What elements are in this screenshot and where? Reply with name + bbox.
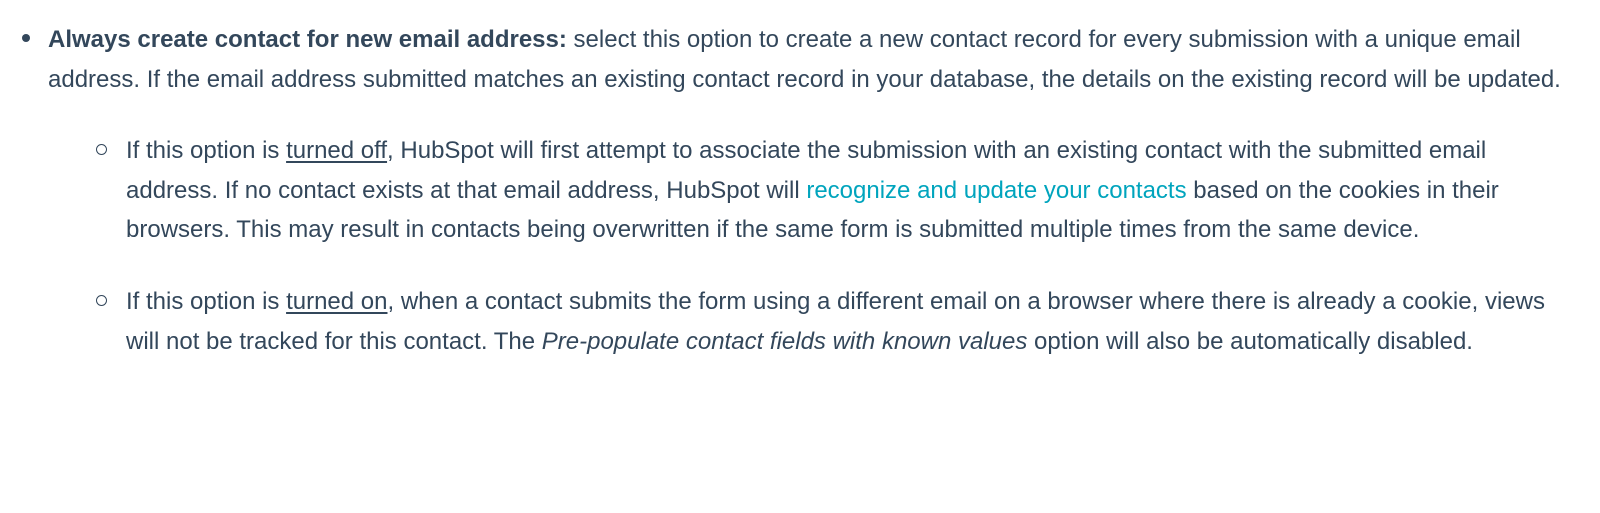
text-segment: option will also be automatically disabl… bbox=[1027, 328, 1473, 355]
option-name-italic: Pre-populate contact fields with known v… bbox=[542, 328, 1028, 355]
state-turned-on: turned on bbox=[286, 288, 387, 315]
list-item: If this option is turned on, when a cont… bbox=[96, 282, 1565, 361]
recognize-contacts-link[interactable]: recognize and update your contacts bbox=[806, 177, 1186, 204]
list-item: If this option is turned off, HubSpot wi… bbox=[96, 131, 1565, 250]
text-segment: If this option is bbox=[126, 137, 286, 164]
sub-bullet-list: If this option is turned off, HubSpot wi… bbox=[48, 131, 1565, 361]
text-segment: If this option is bbox=[126, 288, 286, 315]
list-item: Always create contact for new email addr… bbox=[20, 20, 1565, 361]
state-turned-off: turned off bbox=[286, 137, 387, 164]
bullet-list: Always create contact for new email addr… bbox=[20, 20, 1565, 361]
option-title: Always create contact for new email addr… bbox=[48, 26, 567, 53]
